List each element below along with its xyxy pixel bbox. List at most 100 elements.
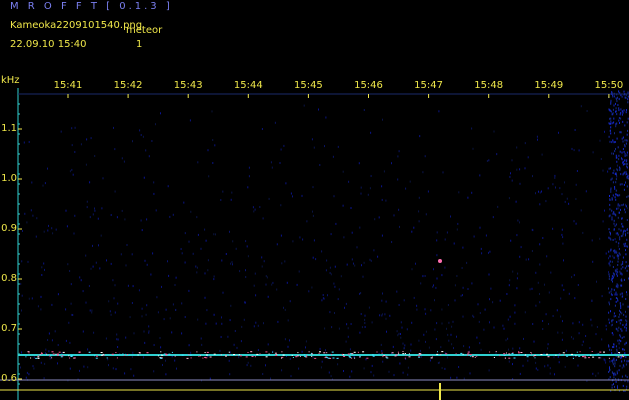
noise-speck: [26, 371, 28, 374]
noise-speck: [411, 268, 413, 271]
noise-speck: [489, 250, 491, 253]
noise-speck: [614, 238, 616, 241]
noise-speck: [611, 288, 613, 291]
noise-speck: [152, 252, 154, 255]
carrier-speck: [599, 351, 602, 353]
carrier-speck: [547, 356, 550, 358]
noise-speck: [609, 237, 611, 240]
noise-speck: [626, 376, 628, 379]
noise-speck: [438, 361, 440, 364]
noise-speck: [608, 271, 609, 274]
noise-speck: [204, 296, 206, 299]
noise-speck: [611, 177, 613, 180]
noise-speck: [575, 222, 577, 225]
noise-speck: [621, 222, 623, 225]
carrier-speck: [566, 355, 569, 357]
x-tick-label: 15:41: [53, 80, 83, 91]
noise-speck: [131, 253, 133, 256]
noise-speck: [361, 326, 363, 329]
noise-speck: [453, 347, 454, 350]
carrier-speck: [190, 357, 192, 359]
noise-speck: [253, 210, 255, 213]
noise-speck: [620, 208, 621, 211]
noise-speck: [359, 331, 361, 334]
noise-speck: [442, 171, 444, 174]
noise-speck: [313, 239, 315, 242]
noise-speck: [622, 173, 624, 176]
noise-speck: [613, 121, 615, 124]
noise-speck: [145, 149, 147, 152]
noise-speck: [333, 282, 335, 285]
noise-speck: [422, 275, 424, 278]
noise-speck: [57, 362, 58, 365]
noise-speck: [349, 375, 351, 378]
noise-speck: [87, 366, 89, 369]
noise-speck: [619, 303, 621, 306]
carrier-speck: [559, 353, 561, 355]
noise-speck: [616, 348, 618, 351]
noise-speck: [424, 308, 426, 311]
noise-speck: [126, 244, 128, 246]
noise-speck: [627, 305, 629, 308]
noise-speck: [616, 370, 618, 373]
noise-speck: [444, 238, 446, 241]
noise-speck: [359, 226, 361, 229]
noise-speck: [519, 221, 520, 224]
noise-speck: [614, 141, 616, 143]
noise-speck: [153, 344, 155, 346]
noise-speck: [399, 225, 400, 228]
x-tick-label: 15:50: [594, 80, 624, 91]
noise-speck: [611, 384, 613, 386]
noise-speck: [548, 291, 550, 294]
noise-speck: [582, 323, 584, 326]
noise-speck: [620, 131, 622, 134]
carrier-speck: [331, 354, 333, 356]
noise-speck: [418, 210, 420, 213]
noise-speck: [578, 321, 580, 324]
noise-speck: [611, 319, 613, 322]
noise-speck: [509, 175, 511, 178]
carrier-speck: [209, 356, 212, 358]
carrier-speck: [332, 357, 335, 359]
noise-speck: [232, 263, 233, 266]
carrier-speck: [160, 357, 163, 359]
noise-speck: [552, 183, 554, 186]
noise-speck: [287, 319, 289, 322]
noise-speck: [229, 230, 230, 233]
carrier-speck: [372, 354, 374, 356]
noise-speck: [626, 291, 627, 294]
noise-speck: [386, 330, 387, 333]
noise-speck: [618, 254, 620, 257]
noise-speck: [425, 213, 427, 216]
noise-speck: [343, 370, 344, 372]
noise-speck: [619, 204, 621, 207]
noise-speck: [508, 197, 510, 200]
noise-speck: [456, 275, 458, 277]
noise-speck: [99, 267, 101, 270]
noise-speck: [334, 312, 335, 314]
noise-speck: [188, 289, 190, 292]
carrier-speck: [196, 351, 198, 353]
noise-speck: [549, 367, 551, 370]
noise-speck: [479, 312, 481, 314]
noise-speck: [618, 98, 620, 101]
noise-speck: [463, 345, 465, 348]
carrier-speck: [617, 356, 620, 358]
noise-speck: [623, 313, 625, 316]
noise-speck: [36, 217, 38, 220]
noise-speck: [539, 293, 540, 295]
noise-speck: [271, 166, 273, 169]
noise-speck: [162, 364, 163, 366]
carrier-speck: [359, 356, 361, 358]
noise-speck: [625, 363, 627, 366]
carrier-speck: [362, 351, 365, 353]
noise-speck: [612, 276, 614, 279]
noise-speck: [617, 329, 619, 332]
noise-speck: [626, 269, 628, 272]
noise-speck: [212, 162, 214, 164]
noise-speck: [337, 145, 339, 148]
noise-speck: [184, 316, 186, 318]
noise-speck: [577, 284, 579, 286]
noise-speck: [614, 269, 616, 272]
carrier-speck: [171, 351, 173, 353]
